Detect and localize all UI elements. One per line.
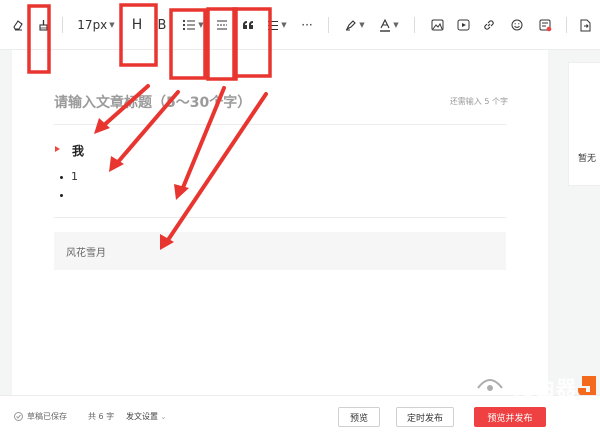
align-button[interactable]: ▼ <box>264 14 290 36</box>
poll-icon[interactable] <box>536 14 554 36</box>
chevron-down-icon: ▼ <box>359 21 365 29</box>
chevron-down-icon: ⌄ <box>160 413 167 421</box>
bold-button[interactable]: B <box>154 14 170 36</box>
format-painter-icon[interactable] <box>34 14 52 36</box>
publish-settings-button[interactable]: 发文设置 ⌄ <box>126 411 166 422</box>
check-circle-icon <box>14 412 23 421</box>
font-size-select[interactable]: 17px ▼ <box>76 14 116 36</box>
editor-area[interactable]: 请输入文章标题（5～30个字） 还需输入 5 个字 我 1 风花雪月 <box>12 50 548 395</box>
video-icon[interactable] <box>454 14 472 36</box>
chevron-down-icon: ▼ <box>281 21 287 29</box>
side-panel-text: 暂无 <box>578 154 597 164</box>
publish-settings-label: 发文设置 <box>126 412 158 421</box>
bullet-icon <box>60 175 63 179</box>
list-item[interactable]: 1 <box>60 170 78 183</box>
title-divider <box>54 124 506 125</box>
editor-footer: 草稿已保存 共 6 字 发文设置 ⌄ 预览 定时发布 预览并发布 <box>0 395 600 433</box>
font-size-value: 17px <box>77 18 108 32</box>
title-remaining-count: 还需输入 5 个字 <box>449 97 508 106</box>
draft-saved-status: 草稿已保存 <box>14 411 67 422</box>
watermark-url: luyouqi.com <box>512 398 555 406</box>
image-icon[interactable] <box>428 14 446 36</box>
chevron-down-icon: ▼ <box>109 21 115 29</box>
more-button[interactable]: ··· <box>298 14 316 36</box>
title-input-placeholder[interactable]: 请输入文章标题（5～30个字） <box>54 92 251 112</box>
eraser-icon[interactable] <box>10 14 26 36</box>
divider-button[interactable] <box>214 14 230 36</box>
list-item-text: 1 <box>71 170 78 183</box>
editor-toolbar: 17px ▼ H B ▼ ▼ ··· ▼ ▼ <box>0 0 600 50</box>
font-color-button[interactable]: ▼ <box>376 14 402 36</box>
unordered-list-button[interactable]: ▼ <box>180 14 206 36</box>
preview-publish-button[interactable]: 预览并发布 <box>474 407 546 427</box>
word-count: 共 6 字 <box>88 412 115 421</box>
quote-button[interactable] <box>240 14 256 36</box>
blockquote[interactable]: 风花雪月 <box>54 232 506 270</box>
emoji-icon[interactable] <box>508 14 526 36</box>
schedule-publish-button[interactable]: 定时发布 <box>396 407 454 427</box>
link-icon[interactable] <box>480 14 498 36</box>
document-import-icon[interactable] <box>576 14 594 36</box>
heading-marker-icon <box>55 146 60 152</box>
quote-text: 风花雪月 <box>66 248 106 259</box>
heading-text[interactable]: 我 <box>72 142 84 159</box>
heading-button[interactable]: H <box>128 14 146 36</box>
list-item[interactable] <box>60 188 71 201</box>
horizontal-rule <box>54 217 506 218</box>
chevron-down-icon: ▼ <box>198 21 204 29</box>
bullet-icon <box>60 193 63 197</box>
chevron-down-icon: ▼ <box>393 21 399 29</box>
highlight-button[interactable]: ▼ <box>342 14 368 36</box>
side-panel: 暂无 <box>568 62 600 186</box>
preview-button[interactable]: 预览 <box>338 407 380 427</box>
draft-saved-text: 草稿已保存 <box>27 412 67 421</box>
watermark-text: 路由器 <box>514 376 577 400</box>
